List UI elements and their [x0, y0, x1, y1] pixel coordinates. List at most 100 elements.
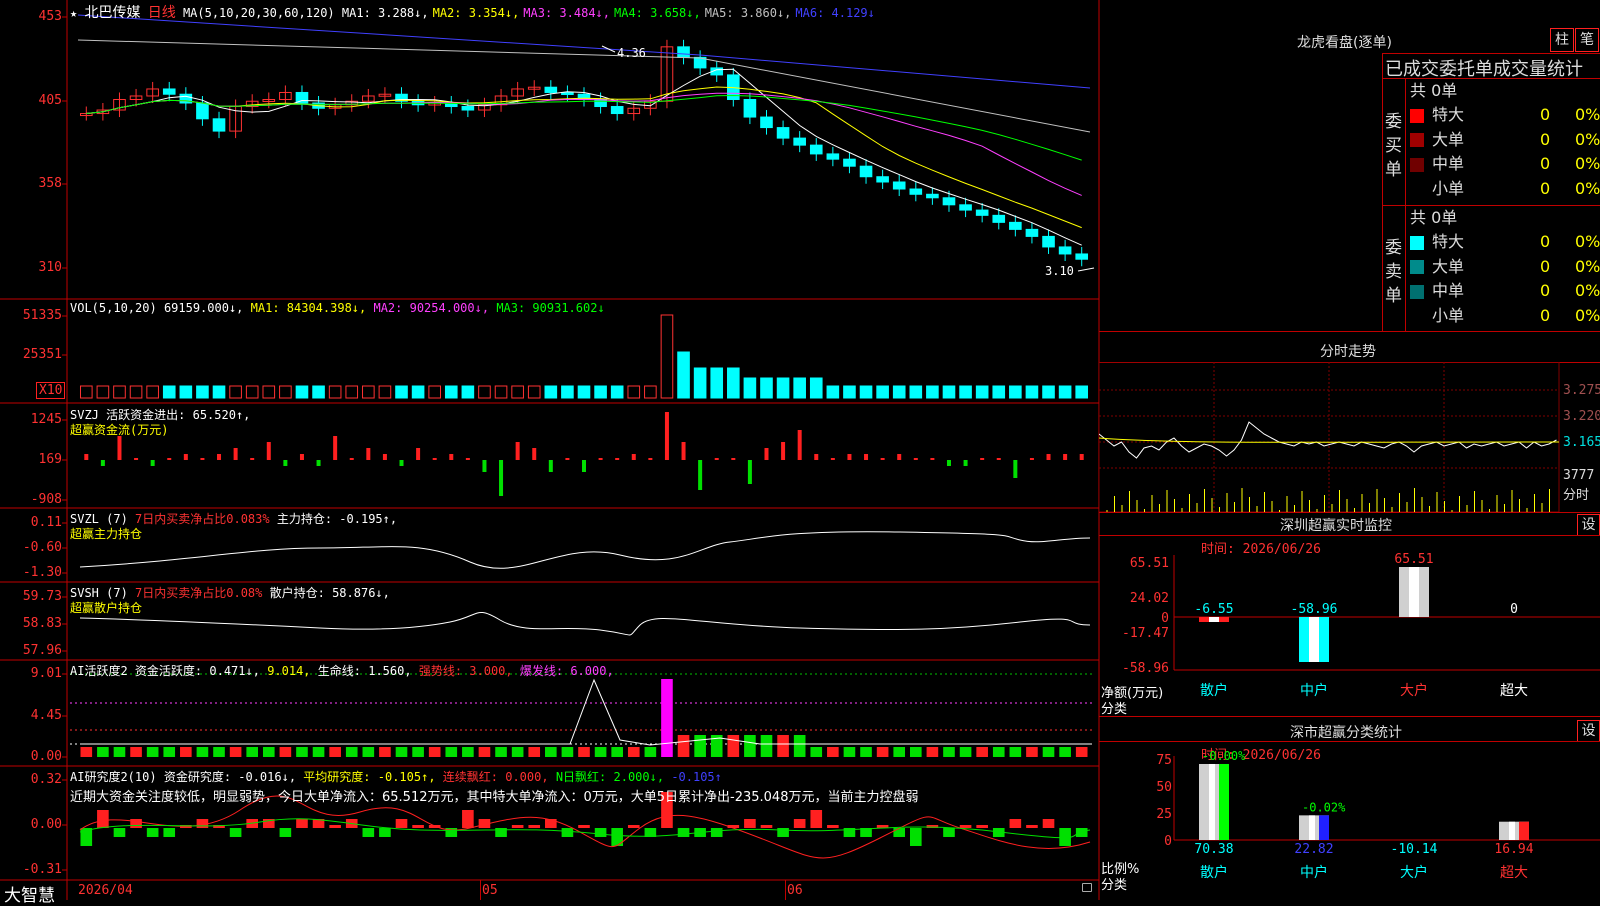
activity-bar — [196, 747, 209, 757]
svsh-hold: 散户持仓: 58.876↓, — [269, 586, 390, 600]
brand-logo[interactable]: 大智慧 — [4, 881, 55, 906]
volume-bar — [79, 385, 93, 399]
classify-bar-change: -0.02% — [1302, 800, 1346, 814]
tick-mode-button[interactable]: 笔 — [1575, 28, 1599, 52]
ma-value-3: MA3: 3.484↓, — [523, 6, 610, 20]
candle-body — [859, 165, 873, 178]
volume-bar — [926, 385, 939, 399]
svzj-bar — [847, 454, 852, 460]
color-swatch — [1410, 260, 1424, 274]
lock-icon[interactable] — [1082, 883, 1092, 892]
date-axis-may: 05 — [482, 883, 498, 898]
monitor-title: 深圳超赢实时监控 — [1280, 518, 1392, 534]
monitor-bar-value: 0 — [1510, 602, 1518, 617]
candle-body — [992, 214, 1006, 223]
research-bar — [163, 828, 176, 837]
svzj-bar — [1013, 460, 1018, 478]
candle-body — [1009, 221, 1022, 230]
research-bar — [528, 825, 541, 828]
intraday-chart[interactable] — [1099, 362, 1600, 512]
monitor-y-label: 65.51 — [1130, 556, 1169, 571]
volume-bar — [196, 385, 209, 399]
svzj-bar — [731, 458, 736, 460]
volume-bar — [1075, 385, 1089, 399]
period-label[interactable]: 日线 — [148, 5, 176, 21]
classify-settings-button[interactable]: 设 — [1577, 720, 1600, 742]
favorite-star-icon[interactable]: ★ — [70, 6, 77, 20]
fenshi-frame — [1099, 362, 1560, 512]
monitor-category: 中户 — [1300, 682, 1328, 699]
divider — [1099, 512, 1600, 513]
volume-bar — [494, 385, 508, 399]
monitor-bar-highlight — [1309, 617, 1319, 663]
svzj-bar — [266, 442, 271, 460]
order-row: 特大 0 0% — [1410, 230, 1600, 254]
classify-y-label: 75 — [1156, 753, 1172, 768]
svzl-axis-label: -0.60 — [22, 540, 62, 555]
vol-unit-badge[interactable]: X10 — [36, 382, 66, 399]
sell-side-label: 委卖单 — [1385, 238, 1402, 306]
svzl-axis-label: 0.11 — [30, 515, 62, 530]
svzj-bar — [681, 442, 686, 460]
activity-bar — [395, 747, 408, 757]
svzj-bar — [299, 454, 304, 460]
activity-bar — [926, 747, 939, 757]
svzj-bar — [250, 458, 255, 460]
volume-bar — [942, 385, 956, 399]
price-axis-label: 453 — [38, 9, 62, 24]
svzj-bar — [1029, 458, 1034, 460]
candle-body — [942, 197, 956, 206]
svsh-axis-label: 59.73 — [22, 589, 62, 604]
bar-mode-button[interactable]: 柱 — [1550, 28, 1574, 52]
fenshi-title: 分时走势 — [1320, 344, 1376, 360]
research-bar — [130, 819, 142, 828]
order-pct: 0% — [1575, 256, 1600, 276]
classify-category: 散户 — [1200, 864, 1228, 881]
svzj-bar — [1079, 454, 1084, 460]
activity-bars — [80, 678, 1090, 757]
monitor-category: 大户 — [1400, 682, 1428, 699]
activity-bar — [279, 747, 292, 757]
candle-body — [876, 176, 889, 183]
candlestick-layer — [79, 39, 1089, 267]
color-swatch — [1410, 182, 1424, 196]
volume-bar — [444, 385, 458, 399]
research-bar — [943, 828, 955, 837]
activity-bar — [528, 747, 541, 757]
order-qty: 0 — [1540, 129, 1551, 149]
research-bar — [677, 828, 690, 837]
research-bar — [395, 819, 408, 828]
ai-research-a: 资金研究度: -0.016↓, — [163, 770, 297, 784]
activity-bar — [296, 747, 308, 757]
candle-body — [544, 86, 558, 93]
svzj-bar — [980, 458, 985, 460]
monitor-category: 超大 — [1500, 683, 1528, 699]
activity-bar — [345, 747, 358, 757]
ma6-line — [77, 14, 1091, 89]
order-pct: 0% — [1575, 232, 1600, 251]
svzj-bar — [698, 460, 703, 490]
classify-category-caption: 分类 — [1101, 878, 1128, 893]
activity-bar — [827, 747, 839, 757]
svzj-bars — [84, 412, 1084, 496]
monitor-settings-button[interactable]: 设 — [1577, 514, 1600, 536]
svsh-label: SVSH (7) — [70, 586, 128, 600]
ai-research-summary: 近期大资金关注度较低，明显弱势，今日大单净流入：65.512万元，其中特大单净流… — [70, 790, 919, 805]
svzj-axis-label: 169 — [38, 452, 62, 467]
volume-bar — [975, 385, 989, 399]
activity-bar — [130, 747, 142, 757]
candle-body — [843, 158, 856, 167]
svzj-bar — [565, 458, 570, 460]
classify-bar-highlight — [1209, 763, 1215, 840]
volume-bar — [892, 385, 906, 399]
candle-body — [959, 204, 972, 211]
svzj-bar — [382, 454, 387, 460]
candle-body — [461, 106, 475, 111]
volume-bar — [395, 385, 408, 399]
research-bar — [710, 828, 723, 837]
research-bar — [627, 825, 640, 828]
activity-bar — [644, 747, 657, 757]
order-row: 大单 0 0% — [1410, 255, 1600, 279]
buy-side-label: 委买单 — [1385, 112, 1402, 180]
activity-bar — [246, 747, 259, 757]
